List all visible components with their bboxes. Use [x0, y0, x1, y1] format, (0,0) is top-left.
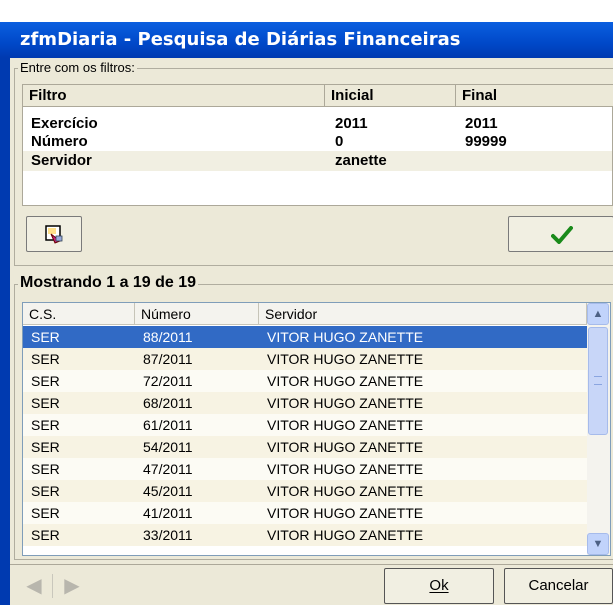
cell-cs: SER: [31, 461, 60, 477]
scroll-up-button[interactable]: ▲: [587, 303, 609, 325]
cell-numero: 68/2011: [143, 395, 193, 411]
table-row[interactable]: SER 88/2011 VITOR HUGO ZANETTE: [23, 326, 587, 348]
checkmark-icon: [551, 226, 573, 244]
cell-numero: 47/2011: [143, 461, 193, 477]
arrow-left-icon: ◀: [26, 575, 42, 597]
ok-button-label: Ok: [429, 577, 449, 594]
cell-numero: 61/2011: [143, 417, 193, 433]
results-count-label: Mostrando 1 a 19 de 19: [18, 274, 199, 292]
cell-servidor: VITOR HUGO ZANETTE: [267, 417, 424, 433]
cell-numero: 87/2011: [143, 351, 193, 367]
table-row[interactable]: SER 41/2011 VITOR HUGO ZANETTE: [23, 502, 587, 524]
cell-servidor: VITOR HUGO ZANETTE: [267, 395, 424, 411]
filter-final-exercicio[interactable]: 2011: [465, 115, 498, 132]
cell-numero: 88/2011: [143, 329, 193, 345]
footer-divider: [10, 564, 613, 565]
cell-cs: SER: [31, 527, 60, 543]
results-col-cs[interactable]: C.S.: [23, 303, 135, 325]
filter-inicial-numero[interactable]: 0: [335, 133, 343, 150]
cell-servidor: VITOR HUGO ZANETTE: [267, 439, 424, 455]
results-col-servidor[interactable]: Servidor: [259, 303, 587, 325]
table-row[interactable]: SER 54/2011 VITOR HUGO ZANETTE: [23, 436, 587, 458]
table-row[interactable]: SER 47/2011 VITOR HUGO ZANETTE: [23, 458, 587, 480]
cell-servidor: VITOR HUGO ZANETTE: [267, 483, 424, 499]
cell-servidor: VITOR HUGO ZANETTE: [267, 527, 424, 543]
next-record-button[interactable]: ▶: [54, 570, 90, 602]
apply-filters-button[interactable]: [508, 216, 613, 252]
ok-button[interactable]: Ok: [384, 568, 494, 604]
filters-col-inicial[interactable]: Inicial: [325, 85, 456, 107]
filters-group-label: Entre com os filtros:: [18, 60, 137, 75]
arrow-right-icon: ▶: [64, 575, 80, 597]
results-col-numero[interactable]: Número: [135, 303, 259, 325]
filter-label-numero: Número: [31, 133, 88, 150]
eraser-icon: [45, 225, 63, 244]
cell-servidor: VITOR HUGO ZANETTE: [267, 329, 424, 345]
cancel-button[interactable]: Cancelar: [504, 568, 613, 604]
cancel-button-label: Cancelar: [528, 577, 589, 594]
table-row[interactable]: SER 68/2011 VITOR HUGO ZANETTE: [23, 392, 587, 414]
table-row[interactable]: SER 72/2011 VITOR HUGO ZANETTE: [23, 370, 587, 392]
scroll-thumb[interactable]: [588, 327, 608, 435]
clear-filters-button[interactable]: [26, 216, 82, 252]
previous-record-button[interactable]: ◀: [16, 570, 52, 602]
filter-inicial-exercicio[interactable]: 2011: [335, 115, 368, 132]
filters-col-filtro[interactable]: Filtro: [23, 85, 325, 107]
table-row[interactable]: SER 33/2011 VITOR HUGO ZANETTE: [23, 524, 587, 546]
filter-label-exercicio: Exercício: [31, 115, 98, 132]
cell-servidor: VITOR HUGO ZANETTE: [267, 351, 424, 367]
cell-cs: SER: [31, 395, 60, 411]
filter-final-numero[interactable]: 99999: [465, 133, 507, 150]
filters-col-final[interactable]: Final: [456, 85, 613, 107]
window-title: zfmDiaria - Pesquisa de Diárias Financei…: [20, 29, 461, 50]
filter-inicial-servidor[interactable]: zanette: [335, 152, 387, 169]
results-scrollbar[interactable]: ▲ ▼: [587, 303, 610, 555]
cell-numero: 72/2011: [143, 373, 193, 389]
scroll-grip-icon: [594, 376, 602, 385]
cell-servidor: VITOR HUGO ZANETTE: [267, 461, 424, 477]
cell-numero: 45/2011: [143, 483, 193, 499]
cell-servidor: VITOR HUGO ZANETTE: [267, 505, 424, 521]
table-row[interactable]: SER 45/2011 VITOR HUGO ZANETTE: [23, 480, 587, 502]
cell-cs: SER: [31, 373, 60, 389]
window-frame-edge: [0, 58, 10, 605]
filter-row-servidor[interactable]: Servidor zanette: [23, 151, 612, 171]
title-bar[interactable]: zfmDiaria - Pesquisa de Diárias Financei…: [0, 22, 613, 58]
cell-cs: SER: [31, 505, 60, 521]
scroll-down-button[interactable]: ▼: [587, 533, 609, 555]
filter-label-servidor: Servidor: [31, 152, 92, 169]
results-list: C.S. Número Servidor SER 88/2011 VITOR H…: [22, 302, 611, 556]
cell-cs: SER: [31, 483, 60, 499]
cell-numero: 54/2011: [143, 439, 193, 455]
record-navigator: ◀ ▶: [16, 570, 90, 602]
cell-numero: 33/2011: [143, 527, 193, 543]
window-client-area: Entre com os filtros: Filtro Inicial Fin…: [10, 58, 613, 605]
cell-cs: SER: [31, 351, 60, 367]
cell-cs: SER: [31, 439, 60, 455]
table-row[interactable]: SER 87/2011 VITOR HUGO ZANETTE: [23, 348, 587, 370]
cell-cs: SER: [31, 329, 60, 345]
filters-grid: Filtro Inicial Final Exercício 2011 2011…: [22, 84, 613, 206]
cell-numero: 41/2011: [143, 505, 193, 521]
table-row[interactable]: SER 61/2011 VITOR HUGO ZANETTE: [23, 414, 587, 436]
nav-separator: [52, 574, 53, 598]
cell-servidor: VITOR HUGO ZANETTE: [267, 373, 424, 389]
cell-cs: SER: [31, 417, 60, 433]
